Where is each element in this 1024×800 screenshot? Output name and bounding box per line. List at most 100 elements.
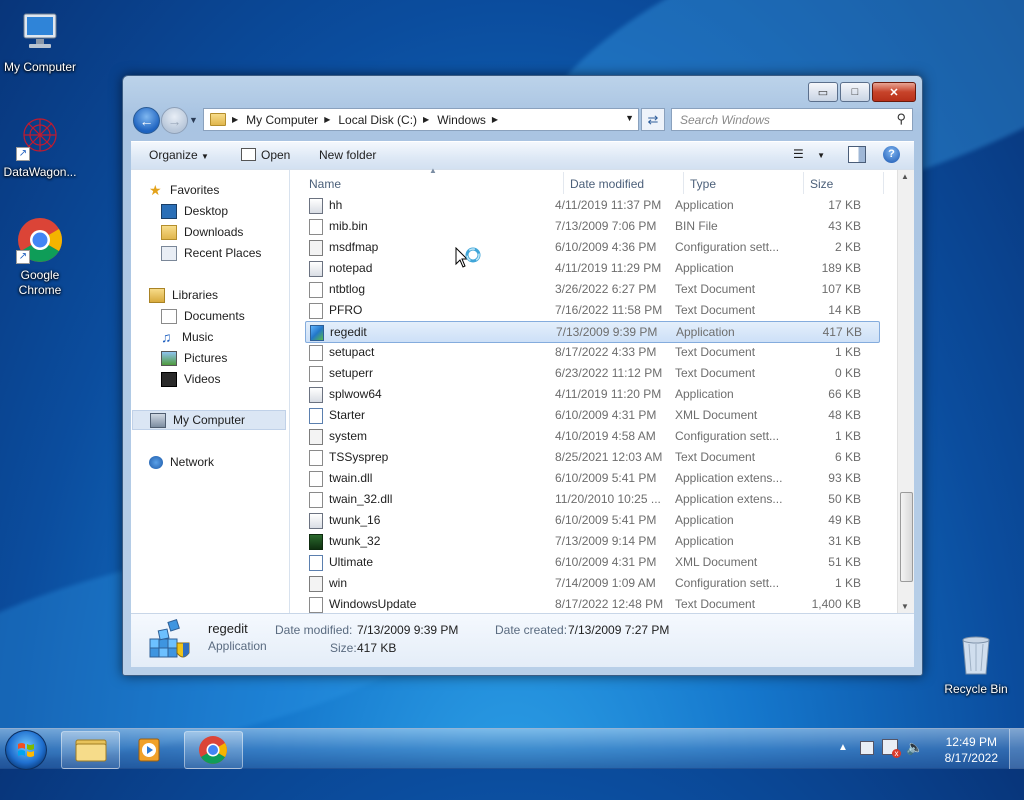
minimize-button[interactable]: ▭ (808, 82, 838, 102)
file-row[interactable]: win 7/14/2009 1:09 AM Configuration sett..… (305, 573, 878, 593)
nav-network[interactable]: Network (149, 452, 214, 472)
clock[interactable]: 12:49 PM 8/17/2022 (945, 734, 998, 766)
downloads-folder-icon (161, 224, 177, 240)
column-separator[interactable] (803, 172, 804, 194)
file-row-selected[interactable]: regedit 7/13/2009 9:39 PM Application 417 K… (305, 321, 880, 343)
nav-downloads[interactable]: Downloads (161, 222, 243, 242)
file-row[interactable]: setupact 8/17/2022 4:33 PM Text Document 1 … (305, 342, 878, 362)
file-row[interactable]: notepad 4/11/2019 11:29 PM Application 189 … (305, 258, 878, 278)
search-input[interactable]: Search Windows ⚲ (671, 108, 913, 131)
column-header-date[interactable]: Date modified (570, 174, 644, 194)
address-bar[interactable]: ▶ My Computer ▶ Local Disk (C:) ▶ Window… (203, 108, 639, 131)
file-row[interactable]: system 4/10/2019 4:58 AM Configuration set… (305, 426, 878, 446)
breadcrumb-windows[interactable]: Windows (437, 113, 486, 127)
file-size: 1 KB (834, 345, 861, 359)
nav-documents[interactable]: Documents (161, 306, 245, 326)
volume-icon[interactable]: 🔈 (906, 739, 923, 756)
back-button[interactable]: ← (133, 107, 160, 134)
file-size: 14 KB (828, 303, 861, 317)
close-button[interactable]: ✕ (872, 82, 916, 102)
file-type: XML Document (675, 555, 758, 569)
nav-libraries[interactable]: Libraries (149, 285, 218, 305)
file-row[interactable]: hh 4/11/2019 11:37 PM Application 17 KB (305, 195, 878, 215)
desktop-icon-datawagon[interactable]: ↗ DataWagon... (0, 113, 80, 180)
show-hidden-icons-button[interactable]: ▲ (838, 742, 848, 753)
breadcrumb-arrow-icon[interactable]: ▶ (232, 115, 238, 124)
file-type: Text Document (675, 282, 756, 296)
address-dropdown-icon[interactable]: ▼ (625, 113, 634, 123)
file-row[interactable]: setuperr 6/23/2022 11:12 PM Text Document 0… (305, 363, 878, 383)
xml-icon (309, 408, 323, 424)
nav-pictures[interactable]: Pictures (161, 348, 227, 368)
column-separator[interactable] (883, 172, 884, 194)
desktop-icon-my-computer[interactable]: My Computer (0, 8, 80, 75)
file-date: 8/25/2021 12:03 AM (555, 450, 663, 464)
file-row[interactable]: TSSysprep 8/25/2021 12:03 AM Text Document… (305, 447, 878, 467)
desktop-icon-chrome[interactable]: ↗ Google Chrome (0, 216, 80, 298)
breadcrumb-my-computer[interactable]: My Computer (246, 113, 318, 127)
file-row[interactable]: PFRO 7/16/2022 11:58 PM Text Document 14 KB (305, 300, 878, 320)
network-warning-icon[interactable]: x (882, 739, 901, 758)
nav-favorites[interactable]: ★ Favorites (149, 180, 219, 200)
taskbar-chrome-button[interactable] (184, 731, 243, 769)
caption-buttons: ▭ □ ✕ (806, 82, 916, 102)
column-separator[interactable] (683, 172, 684, 194)
minimize-icon: ▭ (817, 86, 829, 99)
file-size: 50 KB (828, 492, 861, 506)
config-icon (309, 240, 323, 256)
file-name: splwow64 (329, 387, 382, 401)
breadcrumb-arrow-icon[interactable]: ▶ (492, 115, 498, 124)
column-header-name[interactable]: Name (309, 174, 341, 194)
start-button[interactable] (5, 730, 47, 770)
file-type: Configuration sett... (675, 429, 780, 443)
details-size: 417 KB (357, 641, 397, 655)
file-row[interactable]: WindowsUpdate 8/17/2022 12:48 PM Text Docu… (305, 594, 878, 614)
scroll-up-icon[interactable]: ▲ (901, 172, 909, 181)
breadcrumb-local-disk[interactable]: Local Disk (C:) (338, 113, 417, 127)
file-row[interactable]: twain_32.dll 11/20/2010 10:25 ... Applicat… (305, 489, 878, 509)
breadcrumb-arrow-icon[interactable]: ▶ (324, 115, 330, 124)
file-row[interactable]: twunk_32 7/13/2009 9:14 PM Application 31 K… (305, 531, 878, 551)
nav-music[interactable]: ♫ Music (161, 327, 213, 347)
vertical-scrollbar[interactable]: ▲ ▼ (897, 170, 914, 613)
column-header-size[interactable]: Size (810, 174, 833, 194)
desktop-icon-recycle-bin[interactable]: Recycle Bin (936, 630, 1016, 697)
file-size: 51 KB (828, 555, 861, 569)
file-row[interactable]: Starter 6/10/2009 4:31 PM XML Document 48 K… (305, 405, 878, 425)
nav-desktop[interactable]: Desktop (161, 201, 228, 221)
organize-button[interactable]: Organize ▼ (149, 148, 209, 162)
scroll-down-icon[interactable]: ▼ (901, 602, 909, 611)
file-type: Configuration sett... (675, 576, 780, 590)
show-desktop-button[interactable] (1009, 729, 1024, 769)
file-row[interactable]: mib.bin 7/13/2009 7:06 PM BIN File 43 KB (305, 216, 878, 236)
file-type: Configuration sett... (675, 240, 780, 254)
forward-button[interactable]: → (161, 107, 188, 134)
recent-pages-dropdown[interactable]: ▼ (189, 115, 198, 125)
help-button[interactable]: ? (883, 146, 900, 163)
column-separator[interactable] (563, 172, 564, 194)
scrollbar-thumb[interactable] (900, 492, 913, 582)
file-row[interactable]: ntbtlog 3/26/2022 6:27 PM Text Document 107… (305, 279, 878, 299)
breadcrumb-arrow-icon[interactable]: ▶ (423, 115, 429, 124)
nav-videos[interactable]: Videos (161, 369, 220, 389)
taskbar-media-player-button[interactable] (121, 731, 180, 769)
action-center-icon[interactable] (860, 741, 874, 755)
new-folder-button[interactable]: New folder (319, 148, 376, 162)
file-row[interactable]: msdfmap 6/10/2009 4:36 PM Configuration se… (305, 237, 878, 257)
refresh-button[interactable]: ⇄ (641, 108, 665, 131)
nav-my-computer[interactable]: My Computer (132, 410, 286, 430)
maximize-button[interactable]: □ (840, 82, 870, 102)
file-row[interactable]: Ultimate 6/10/2009 4:31 PM XML Document 51 … (305, 552, 878, 572)
column-header-type[interactable]: Type (690, 174, 716, 194)
taskbar-explorer-button[interactable] (61, 731, 120, 769)
file-name: notepad (329, 261, 373, 275)
change-view-button[interactable]: ☰ ▼ (793, 147, 825, 161)
file-row[interactable]: twain.dll 6/10/2009 5:41 PM Application ex… (305, 468, 878, 488)
explorer-window: ▭ □ ✕ ← → ▼ ▶ My Computer ▶ Local Disk (… (122, 75, 923, 676)
file-row[interactable]: twunk_16 6/10/2009 5:41 PM Application 49 K… (305, 510, 878, 530)
file-type: Text Document (675, 597, 756, 611)
nav-recent-places[interactable]: Recent Places (161, 243, 261, 263)
open-button[interactable]: Open (241, 148, 290, 162)
file-row[interactable]: splwow64 4/11/2019 11:20 PM Application 66 … (305, 384, 878, 404)
preview-pane-button[interactable] (848, 146, 866, 163)
